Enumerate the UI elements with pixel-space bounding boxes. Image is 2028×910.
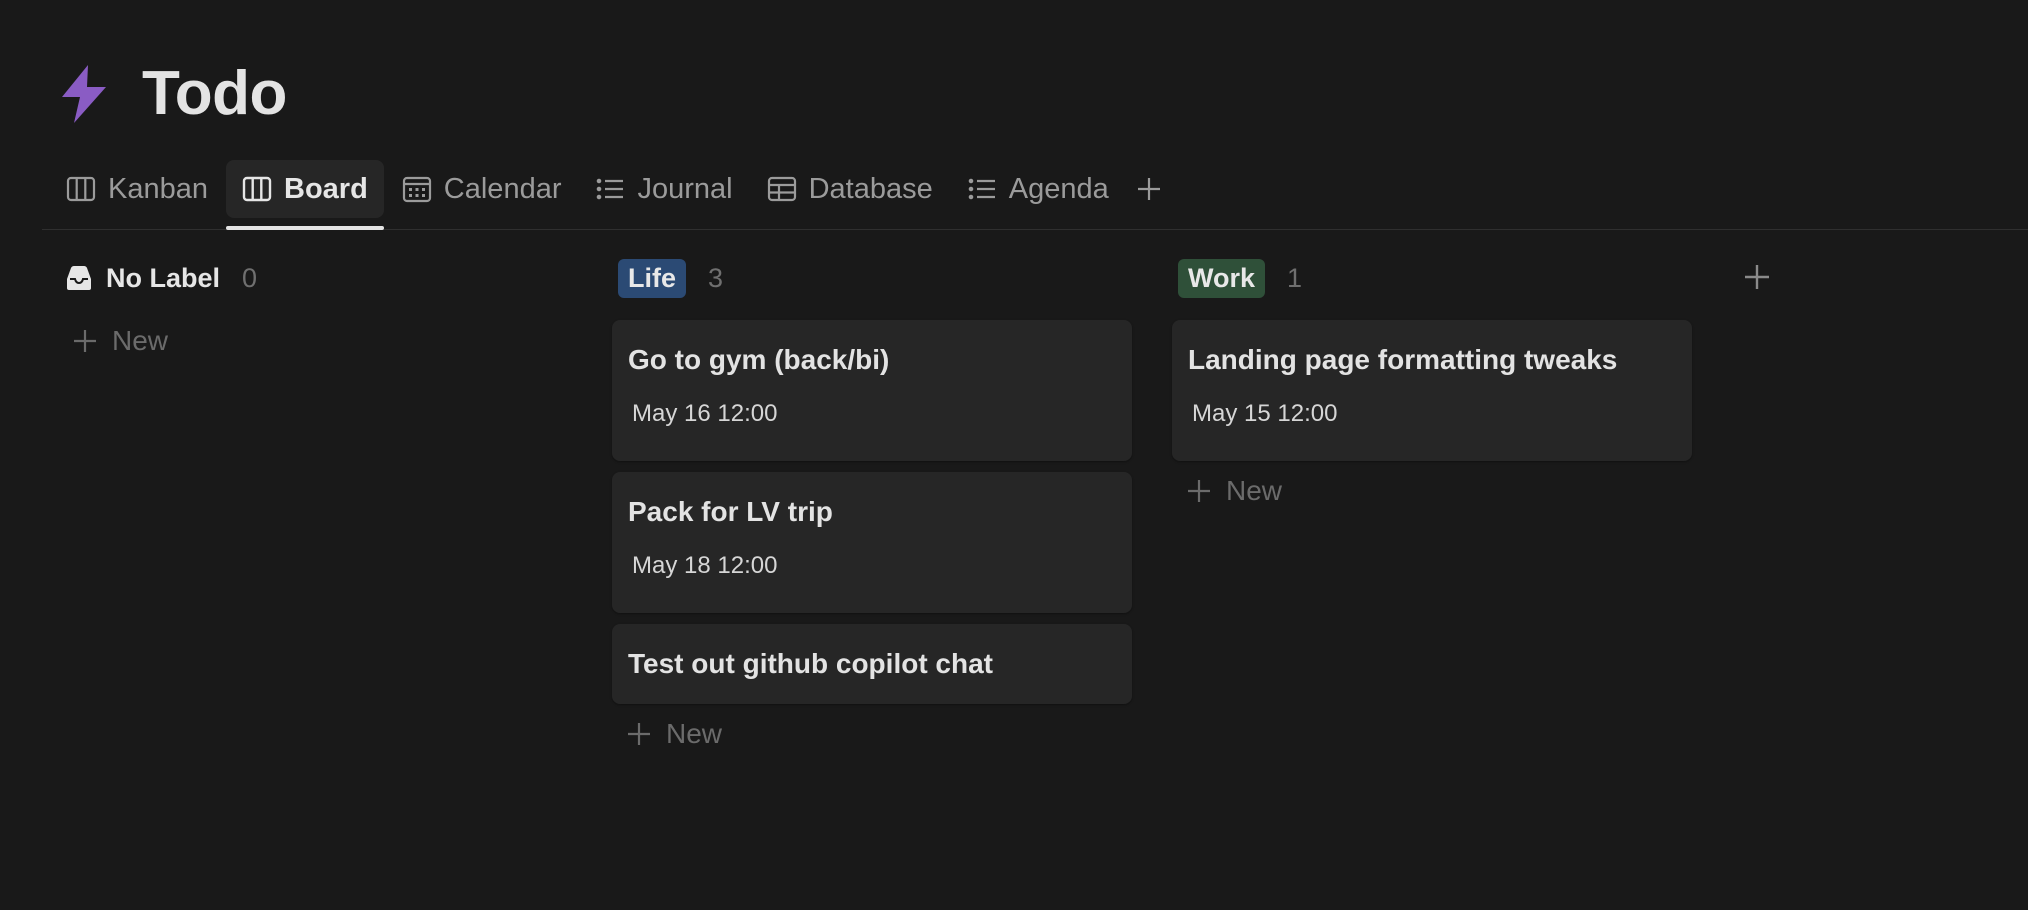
tab-label: Kanban	[108, 172, 208, 205]
lightning-bolt-icon[interactable]	[58, 64, 110, 123]
tab-label: Calendar	[443, 172, 562, 205]
plus-icon	[1137, 178, 1160, 200]
tab-board[interactable]: Board	[226, 160, 384, 230]
column-count: 3	[708, 262, 724, 293]
task-card[interactable]: Go to gym (back/bi) May 16 12:00	[612, 320, 1132, 461]
add-view-button[interactable]	[1127, 160, 1171, 218]
list-icon	[968, 178, 995, 200]
tab-journal[interactable]: Journal	[579, 160, 748, 218]
tab-agenda[interactable]: Agenda	[951, 160, 1125, 218]
plus-icon	[74, 330, 96, 352]
plus-icon	[1188, 480, 1210, 502]
tab-database[interactable]: Database	[751, 160, 949, 218]
new-card-button[interactable]: New	[1172, 475, 1692, 507]
tab-label: Board	[284, 172, 368, 205]
life-tag: Life	[618, 258, 687, 298]
card-date: May 16 12:00	[632, 400, 778, 427]
todo-board-page: Todo Kanban Board Calendar Journal Datab…	[0, 0, 2028, 910]
tab-label: Database	[808, 172, 933, 205]
card-list: Landing page formatting tweaks May 15 12…	[1172, 320, 1692, 461]
add-group-button[interactable]	[1742, 262, 1772, 292]
task-card[interactable]: Test out github copilot chat	[612, 624, 1132, 704]
page-title[interactable]: Todo	[142, 58, 287, 129]
card-title: Go to gym (back/bi)	[628, 344, 890, 375]
board-icon	[66, 176, 96, 202]
task-card[interactable]: Landing page formatting tweaks May 15 12…	[1172, 320, 1692, 461]
tab-label: Agenda	[1008, 172, 1109, 205]
column-header[interactable]: Life 3	[612, 255, 1132, 301]
column-header[interactable]: Work 1	[1172, 255, 1692, 301]
tab-label: Journal	[637, 172, 733, 205]
tab-kanban[interactable]: Kanban	[50, 160, 224, 218]
page-header: Todo	[58, 58, 287, 129]
inbox-icon	[67, 266, 91, 290]
plus-icon	[1745, 265, 1769, 289]
column-count: 0	[242, 262, 258, 293]
new-card-button[interactable]: New	[58, 325, 578, 357]
card-title: Test out github copilot chat	[628, 648, 993, 679]
column-count: 1	[1287, 262, 1303, 293]
column-no-label: No Label 0 New	[58, 255, 578, 357]
new-label: New	[666, 718, 723, 749]
plus-icon	[628, 723, 650, 745]
board-icon	[242, 176, 272, 202]
column-work: Work 1 Landing page formatting tweaks Ma…	[1172, 255, 1692, 507]
new-label: New	[112, 325, 169, 356]
card-date: May 15 12:00	[1192, 400, 1338, 427]
column-header[interactable]: No Label 0	[58, 255, 578, 301]
table-icon	[767, 176, 796, 202]
new-card-button[interactable]: New	[612, 718, 1132, 750]
card-title: Landing page formatting tweaks	[1188, 344, 1618, 375]
work-tag: Work	[1178, 258, 1266, 298]
tab-calendar[interactable]: Calendar	[386, 160, 578, 218]
column-label: No Label	[106, 262, 221, 293]
column-life: Life 3 Go to gym (back/bi) May 16 12:00 …	[612, 255, 1132, 750]
new-label: New	[1226, 475, 1283, 506]
calendar-icon	[402, 176, 431, 203]
task-card[interactable]: Pack for LV trip May 18 12:00	[612, 472, 1132, 613]
card-title: Pack for LV trip	[628, 496, 833, 527]
card-date: May 18 12:00	[632, 552, 778, 579]
list-icon	[597, 178, 624, 200]
card-list: Go to gym (back/bi) May 16 12:00 Pack fo…	[612, 320, 1132, 704]
view-tabs: Kanban Board Calendar Journal Database A…	[42, 160, 2028, 230]
